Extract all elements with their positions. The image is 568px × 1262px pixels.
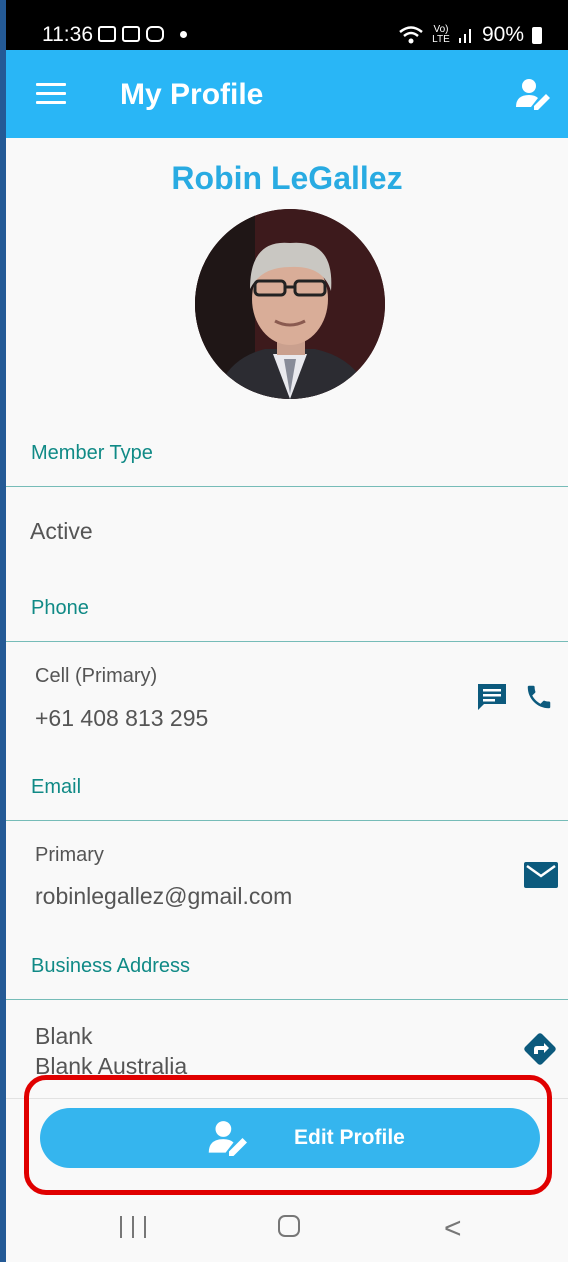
network-type: Vo) LTE (432, 24, 450, 45)
divider (6, 641, 568, 642)
gallery-icon (98, 26, 116, 42)
divider (6, 486, 568, 487)
phone-label: Phone (31, 597, 89, 619)
member-type-label: Member Type (31, 442, 153, 464)
divider (6, 999, 568, 1000)
divider (6, 820, 568, 821)
phone-type: Cell (Primary) (35, 665, 158, 687)
business-address-label: Business Address (31, 955, 190, 977)
address-line-1: Blank (35, 1023, 93, 1049)
more-notifications-dot-icon (180, 30, 187, 38)
phone-screen: 11:36 Vo) LTE 90% My Profile Robin LeGal… (6, 0, 568, 1262)
wifi-icon (399, 26, 423, 44)
email-type: Primary (35, 844, 104, 866)
avatar (195, 209, 385, 399)
status-time: 11:36 (42, 23, 93, 46)
battery-icon (532, 26, 542, 44)
recents-icon[interactable] (120, 1216, 146, 1238)
home-icon[interactable] (278, 1215, 300, 1237)
back-icon[interactable]: < (444, 1214, 462, 1244)
email-address[interactable]: robinlegallez@gmail.com (35, 883, 292, 910)
menu-icon[interactable] (36, 83, 66, 105)
message-icon[interactable] (476, 682, 508, 712)
page-title: My Profile (120, 78, 264, 111)
signal-icon (458, 29, 471, 43)
email-icon[interactable] (524, 862, 558, 888)
profile-name: Robin LeGallez (171, 160, 403, 196)
member-type-value: Active (30, 518, 93, 544)
system-nav-bar: < (6, 1198, 568, 1262)
edit-profile-icon[interactable] (516, 78, 552, 110)
phone-call-icon[interactable] (524, 682, 554, 712)
mail-notification-icon (122, 26, 140, 42)
highlight-annotation (24, 1075, 552, 1195)
system-icons: Vo) LTE 90% (398, 23, 542, 47)
notification-icons (98, 26, 187, 42)
status-bar: 11:36 Vo) LTE 90% (6, 0, 568, 50)
phone-number[interactable]: +61 408 813 295 (35, 705, 208, 732)
battery-percent: 90% (481, 23, 524, 46)
directions-icon[interactable] (523, 1032, 557, 1066)
app-bar: My Profile (6, 50, 568, 138)
instagram-icon (146, 26, 164, 42)
email-label: Email (31, 776, 82, 798)
